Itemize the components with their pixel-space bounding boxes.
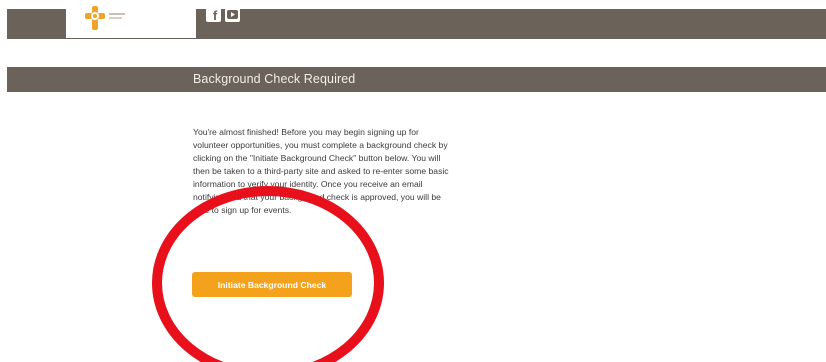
logo-tab[interactable]: [66, 0, 196, 38]
page: f Background Check Required You're almos…: [0, 0, 826, 362]
instructions-text: You're almost finished! Before you may b…: [193, 127, 449, 215]
facebook-icon[interactable]: f: [206, 7, 221, 23]
page-title: Background Check Required: [193, 72, 356, 86]
cross-logo-icon: [85, 6, 125, 30]
title-bar: Background Check Required: [7, 67, 826, 92]
initiate-background-check-button[interactable]: Initiate Background Check: [192, 272, 352, 297]
play-icon: [227, 10, 238, 19]
youtube-icon[interactable]: [225, 7, 240, 22]
